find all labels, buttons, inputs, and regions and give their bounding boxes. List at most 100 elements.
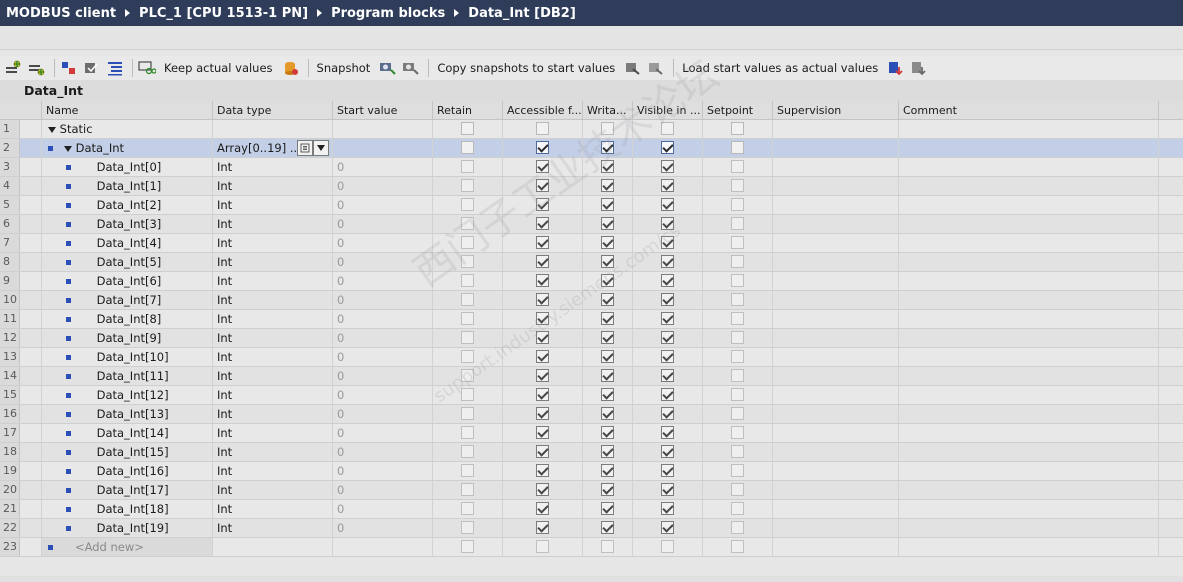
start-value-cell[interactable]: 0 xyxy=(333,177,433,195)
copy-snapshot-all-icon[interactable] xyxy=(646,58,666,78)
retain-checkbox[interactable] xyxy=(461,254,474,268)
supervision-cell[interactable] xyxy=(773,310,899,328)
load-start-values-button[interactable]: Load start values as actual values xyxy=(682,61,878,75)
supervision-cell[interactable] xyxy=(773,424,899,442)
retain-checkbox[interactable] xyxy=(461,292,474,306)
writable-checkbox[interactable] xyxy=(601,387,614,401)
retain-checkbox[interactable] xyxy=(461,463,474,477)
table-row[interactable]: 7 Data_Int[4] Int 0 xyxy=(0,234,1183,253)
table-row[interactable]: 23 <Add new> xyxy=(0,538,1183,557)
name-cell[interactable]: <Add new> xyxy=(42,538,213,556)
table-row[interactable]: 12 Data_Int[9] Int 0 xyxy=(0,329,1183,348)
accessible-checkbox[interactable] xyxy=(536,121,549,135)
visible-checkbox[interactable] xyxy=(661,140,674,154)
table-row[interactable]: 20 Data_Int[17] Int 0 xyxy=(0,481,1183,500)
accessible-checkbox[interactable] xyxy=(536,330,549,344)
comment-cell[interactable] xyxy=(899,519,1159,537)
row-number[interactable]: 3 xyxy=(0,158,20,176)
data-type-cell[interactable]: Int xyxy=(213,177,333,195)
writable-checkbox[interactable] xyxy=(601,463,614,477)
comment-cell[interactable] xyxy=(899,329,1159,347)
setpoint-checkbox[interactable] xyxy=(731,425,744,439)
visible-checkbox[interactable] xyxy=(661,235,674,249)
data-type-cell[interactable]: Int xyxy=(213,291,333,309)
table-row[interactable]: 18 Data_Int[15] Int 0 xyxy=(0,443,1183,462)
data-type-cell[interactable] xyxy=(213,538,333,556)
comment-cell[interactable] xyxy=(899,196,1159,214)
retain-checkbox[interactable] xyxy=(461,121,474,135)
start-value-cell[interactable]: 0 xyxy=(333,367,433,385)
setpoint-checkbox[interactable] xyxy=(731,197,744,211)
row-number[interactable]: 7 xyxy=(0,234,20,252)
name-cell[interactable]: Data_Int[17] xyxy=(42,481,213,499)
table-row[interactable]: 14 Data_Int[11] Int 0 xyxy=(0,367,1183,386)
retain-checkbox[interactable] xyxy=(461,216,474,230)
comment-cell[interactable] xyxy=(899,177,1159,195)
setpoint-checkbox[interactable] xyxy=(731,387,744,401)
writable-checkbox[interactable] xyxy=(601,292,614,306)
accessible-checkbox[interactable] xyxy=(536,254,549,268)
accessible-checkbox[interactable] xyxy=(536,197,549,211)
table-row[interactable]: 6 Data_Int[3] Int 0 xyxy=(0,215,1183,234)
writable-checkbox[interactable] xyxy=(601,501,614,515)
supervision-cell[interactable] xyxy=(773,196,899,214)
row-number[interactable]: 22 xyxy=(0,519,20,537)
writable-checkbox[interactable] xyxy=(601,330,614,344)
row-number[interactable]: 8 xyxy=(0,253,20,271)
visible-checkbox[interactable] xyxy=(661,520,674,534)
comment-cell[interactable] xyxy=(899,158,1159,176)
row-number[interactable]: 13 xyxy=(0,348,20,366)
setpoint-checkbox[interactable] xyxy=(731,311,744,325)
table-row[interactable]: 17 Data_Int[14] Int 0 xyxy=(0,424,1183,443)
supervision-cell[interactable] xyxy=(773,177,899,195)
name-cell[interactable]: Data_Int[14] xyxy=(42,424,213,442)
retain-checkbox[interactable] xyxy=(461,539,474,553)
row-number[interactable]: 16 xyxy=(0,405,20,423)
name-cell[interactable]: Data_Int[5] xyxy=(42,253,213,271)
breadcrumb-plc[interactable]: PLC_1 [CPU 1513-1 PN] xyxy=(139,6,308,21)
comment-cell[interactable] xyxy=(899,291,1159,309)
name-cell[interactable]: Data_Int[15] xyxy=(42,443,213,461)
row-number[interactable]: 20 xyxy=(0,481,20,499)
start-value-cell[interactable]: 0 xyxy=(333,348,433,366)
start-value-cell[interactable] xyxy=(333,139,433,157)
header-writable[interactable]: Writa... xyxy=(583,101,633,120)
copy-snapshots-button[interactable]: Copy snapshots to start values xyxy=(437,61,615,75)
retain-checkbox[interactable] xyxy=(461,406,474,420)
data-type-cell[interactable]: Int xyxy=(213,443,333,461)
accessible-checkbox[interactable] xyxy=(536,235,549,249)
retain-checkbox[interactable] xyxy=(461,197,474,211)
row-number[interactable]: 4 xyxy=(0,177,20,195)
writable-checkbox[interactable] xyxy=(601,140,614,154)
row-number[interactable]: 17 xyxy=(0,424,20,442)
data-type-cell[interactable]: Int xyxy=(213,500,333,518)
supervision-cell[interactable] xyxy=(773,120,899,138)
writable-checkbox[interactable] xyxy=(601,254,614,268)
supervision-cell[interactable] xyxy=(773,329,899,347)
header-start-value[interactable]: Start value xyxy=(333,101,433,120)
writable-checkbox[interactable] xyxy=(601,539,614,553)
row-number[interactable]: 9 xyxy=(0,272,20,290)
start-value-cell[interactable]: 0 xyxy=(333,424,433,442)
row-number[interactable]: 2 xyxy=(0,139,20,157)
writable-checkbox[interactable] xyxy=(601,349,614,363)
accessible-checkbox[interactable] xyxy=(536,501,549,515)
data-type-cell[interactable]: Int xyxy=(213,367,333,385)
visible-checkbox[interactable] xyxy=(661,197,674,211)
supervision-cell[interactable] xyxy=(773,291,899,309)
writable-checkbox[interactable] xyxy=(601,273,614,287)
comment-cell[interactable] xyxy=(899,139,1159,157)
start-value-cell[interactable] xyxy=(333,538,433,556)
setpoint-checkbox[interactable] xyxy=(731,444,744,458)
accessible-checkbox[interactable] xyxy=(536,140,549,154)
retain-checkbox[interactable] xyxy=(461,330,474,344)
data-type-cell[interactable] xyxy=(213,120,333,138)
supervision-cell[interactable] xyxy=(773,500,899,518)
supervision-cell[interactable] xyxy=(773,158,899,176)
copy-snapshot-icon[interactable] xyxy=(623,58,643,78)
setpoint-checkbox[interactable] xyxy=(731,140,744,154)
row-number[interactable]: 23 xyxy=(0,538,20,556)
accessible-checkbox[interactable] xyxy=(536,482,549,496)
start-value-cell[interactable]: 0 xyxy=(333,215,433,233)
table-row[interactable]: 16 Data_Int[13] Int 0 xyxy=(0,405,1183,424)
